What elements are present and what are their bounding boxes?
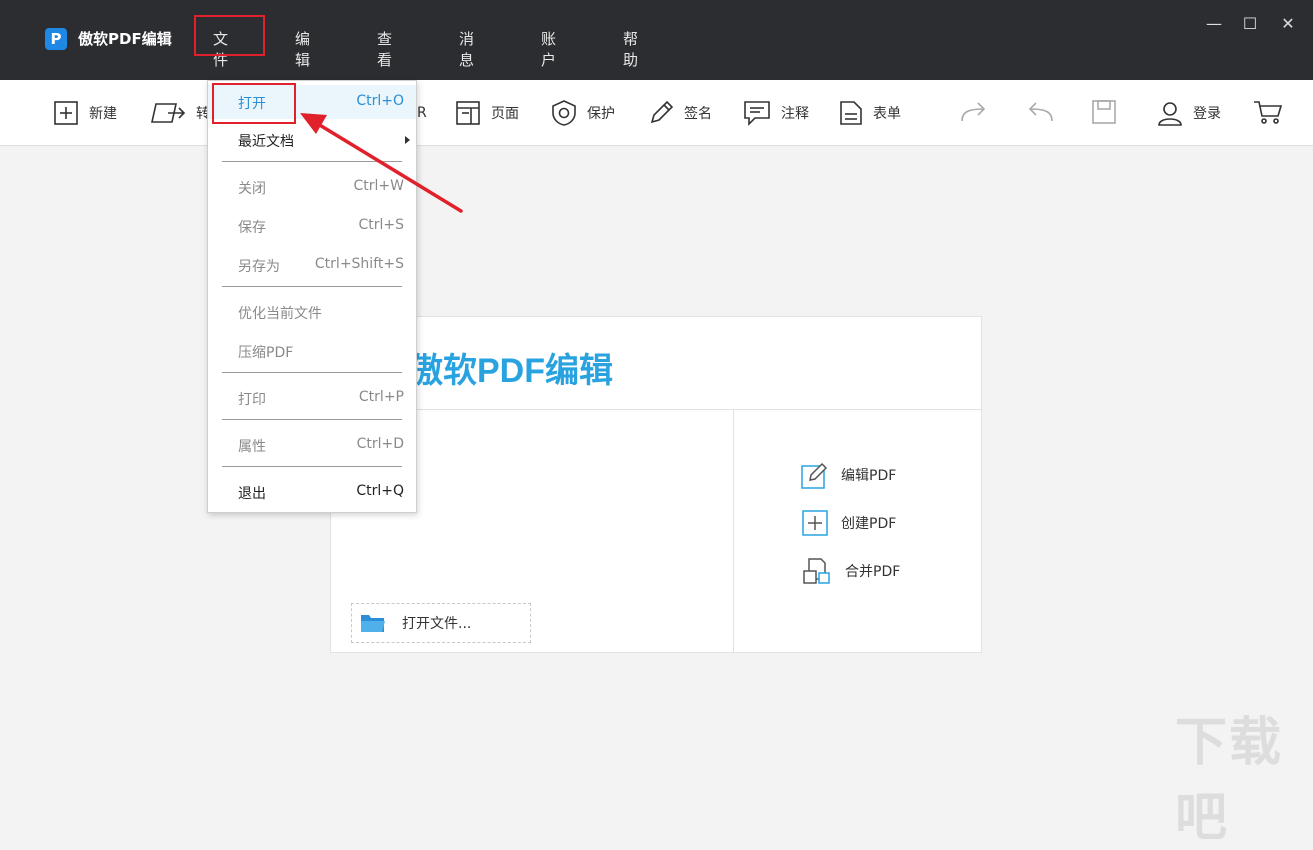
annotation-arrow-icon [300, 113, 463, 213]
watermark: 下载吧 [1175, 713, 1284, 848]
